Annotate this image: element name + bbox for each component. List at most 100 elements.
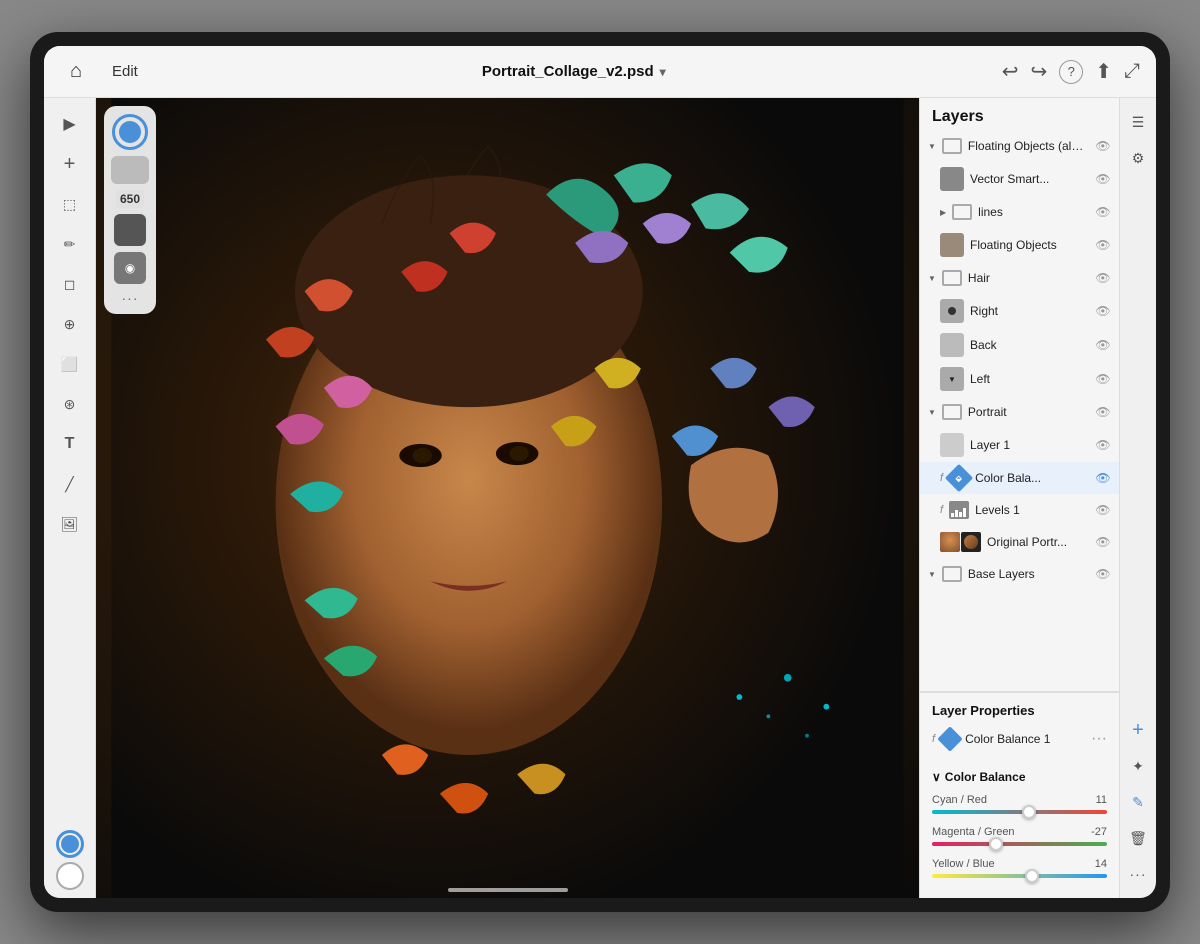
layer-base-layers-group[interactable]: ▼ Base Layers 👁	[920, 558, 1119, 590]
cyan-red-track[interactable]	[932, 810, 1107, 814]
image-tool[interactable]: 🖼	[52, 506, 88, 542]
visibility-icon[interactable]: 👁	[1095, 502, 1111, 518]
layer-floating-objects[interactable]: Floating Objects 👁	[920, 228, 1119, 262]
top-bar-actions: ↩ ↪ ? ⬆ ⤢	[1002, 59, 1140, 84]
props-more-button[interactable]: ···	[1091, 730, 1107, 748]
select-tool[interactable]: ▶	[52, 106, 88, 142]
foreground-color[interactable]	[56, 830, 84, 858]
layer-levels1[interactable]: f Levels 1 👁	[920, 494, 1119, 526]
layer-portrait-group[interactable]: ▼ Portrait 👁	[920, 396, 1119, 428]
expand-icon: ▼	[928, 142, 936, 151]
brush-tool[interactable]: ✏	[52, 226, 88, 262]
redo-button[interactable]: ↪	[1030, 59, 1047, 84]
canvas-artwork	[96, 98, 919, 898]
expand-icon: ▼	[928, 274, 936, 283]
visibility-icon[interactable]: 👁	[1095, 138, 1111, 154]
home-indicator	[448, 888, 568, 892]
expand-button[interactable]: ⤢	[1124, 60, 1140, 83]
cyan-red-labels: Cyan / Red 11	[932, 794, 1107, 806]
layer-right[interactable]: Right 👁	[920, 294, 1119, 328]
mag-green-label: Magenta / Green	[932, 826, 1015, 838]
home-button[interactable]: ⌂	[60, 56, 92, 88]
stamp-tool[interactable]: ◉	[114, 252, 146, 284]
layer-name: Hair	[968, 271, 1089, 285]
layer-props-item: f Color Balance 1 ···	[932, 726, 1107, 752]
layer-thumbnail	[940, 233, 964, 257]
layer-name: Vector Smart...	[970, 172, 1089, 186]
layer-name: Layer 1	[970, 438, 1089, 452]
layer-properties: Layer Properties f Color Balance 1 ···	[920, 691, 1119, 762]
yel-blue-thumb[interactable]	[1025, 869, 1039, 883]
transform-tool[interactable]: ⬜	[52, 346, 88, 382]
fx-badge: f	[940, 504, 943, 516]
visibility-icon[interactable]: 👁	[1095, 337, 1111, 353]
color-balance-title: ∨ Color Balance	[932, 770, 1107, 784]
layer-name: Levels 1	[975, 503, 1089, 517]
layer-lines-group[interactable]: ▶ lines 👁	[920, 196, 1119, 228]
pen-tool[interactable]: ╱	[52, 466, 88, 502]
text-tool[interactable]: T	[52, 426, 88, 462]
layers-list: ▼ Floating Objects (alway... 👁 Vector Sm…	[920, 130, 1119, 691]
yel-blue-track[interactable]	[932, 874, 1107, 878]
layer-name: Base Layers	[968, 567, 1089, 581]
visibility-icon[interactable]: 👁	[1095, 237, 1111, 253]
layers-icon-btn[interactable]: ☰	[1124, 108, 1152, 136]
visibility-icon[interactable]: 👁	[1095, 371, 1111, 387]
layer-name: Original Portr...	[987, 535, 1089, 549]
clone-tool[interactable]: ⊕	[52, 306, 88, 342]
layer-thumbnail	[940, 433, 964, 457]
mag-green-thumb[interactable]	[989, 837, 1003, 851]
visibility-icon[interactable]: 👁	[1095, 534, 1111, 550]
visibility-icon[interactable]: 👁	[1095, 303, 1111, 319]
magic-btn[interactable]: ✦	[1124, 752, 1152, 780]
share-button[interactable]: ⬆	[1095, 59, 1112, 84]
undo-button[interactable]: ↩	[1002, 59, 1019, 84]
layer-vector-smart[interactable]: Vector Smart... 👁	[920, 162, 1119, 196]
layer-color-balance[interactable]: f ⬙ Color Bala... 👁	[920, 462, 1119, 494]
collapse-icon[interactable]: ∨	[932, 770, 941, 784]
add-tool[interactable]: +	[52, 146, 88, 182]
background-color[interactable]	[56, 862, 84, 890]
brush-active-indicator	[112, 114, 148, 150]
visibility-icon[interactable]: 👁	[1095, 171, 1111, 187]
layer-back[interactable]: Back 👁	[920, 328, 1119, 362]
edit-menu[interactable]: Edit	[104, 59, 146, 84]
mag-green-value: -27	[1091, 826, 1107, 838]
visibility-icon[interactable]: 👁	[1095, 470, 1111, 486]
fx-badge: f	[940, 472, 943, 484]
levels-icon	[949, 501, 969, 519]
visibility-icon[interactable]: 👁	[1095, 270, 1111, 286]
layer-original-portrait[interactable]: Original Portr... 👁	[920, 526, 1119, 558]
color-swatch[interactable]	[114, 214, 146, 246]
title-dropdown-icon[interactable]: ▾	[660, 65, 666, 79]
folder-icon	[942, 404, 962, 420]
layer-name: Floating Objects (alway...	[968, 139, 1089, 153]
layer-layer1[interactable]: Layer 1 👁	[920, 428, 1119, 462]
layer-floating-objects-group[interactable]: ▼ Floating Objects (alway... 👁	[920, 130, 1119, 162]
visibility-icon[interactable]: 👁	[1095, 404, 1111, 420]
layer-hair-group[interactable]: ▼ Hair 👁	[920, 262, 1119, 294]
adjust-icon-btn[interactable]: ⚙	[1124, 144, 1152, 172]
cyan-red-thumb[interactable]	[1022, 805, 1036, 819]
fx-label: f	[932, 733, 935, 745]
yel-blue-label: Yellow / Blue	[932, 858, 995, 870]
eraser-tool[interactable]: ◻	[52, 266, 88, 302]
delete-layer-btn[interactable]: 🗑	[1124, 824, 1152, 852]
healing-tool[interactable]: ⊛	[52, 386, 88, 422]
mag-green-track[interactable]	[932, 842, 1107, 846]
visibility-icon[interactable]: 👁	[1095, 437, 1111, 453]
brush-adj-btn[interactable]: ✎	[1124, 788, 1152, 816]
more-options[interactable]: ···	[122, 290, 139, 306]
more-options-btn[interactable]: ···	[1124, 860, 1152, 888]
layer-left[interactable]: ▼ Left 👁	[920, 362, 1119, 396]
help-button[interactable]: ?	[1059, 60, 1083, 84]
expand-icon: ▶	[940, 208, 946, 217]
color-balance-section: ∨ Color Balance Cyan / Red 11	[920, 762, 1119, 898]
marquee-tool[interactable]: ⬚	[52, 186, 88, 222]
visibility-icon[interactable]: 👁	[1095, 566, 1111, 582]
layer-name: Color Bala...	[975, 471, 1089, 485]
add-layer-btn[interactable]: +	[1124, 716, 1152, 744]
visibility-icon[interactable]: 👁	[1095, 204, 1111, 220]
brush-preview	[111, 156, 149, 184]
top-bar: ⌂ Edit Portrait_Collage_v2.psd ▾ ↩ ↪ ? ⬆…	[44, 46, 1156, 98]
